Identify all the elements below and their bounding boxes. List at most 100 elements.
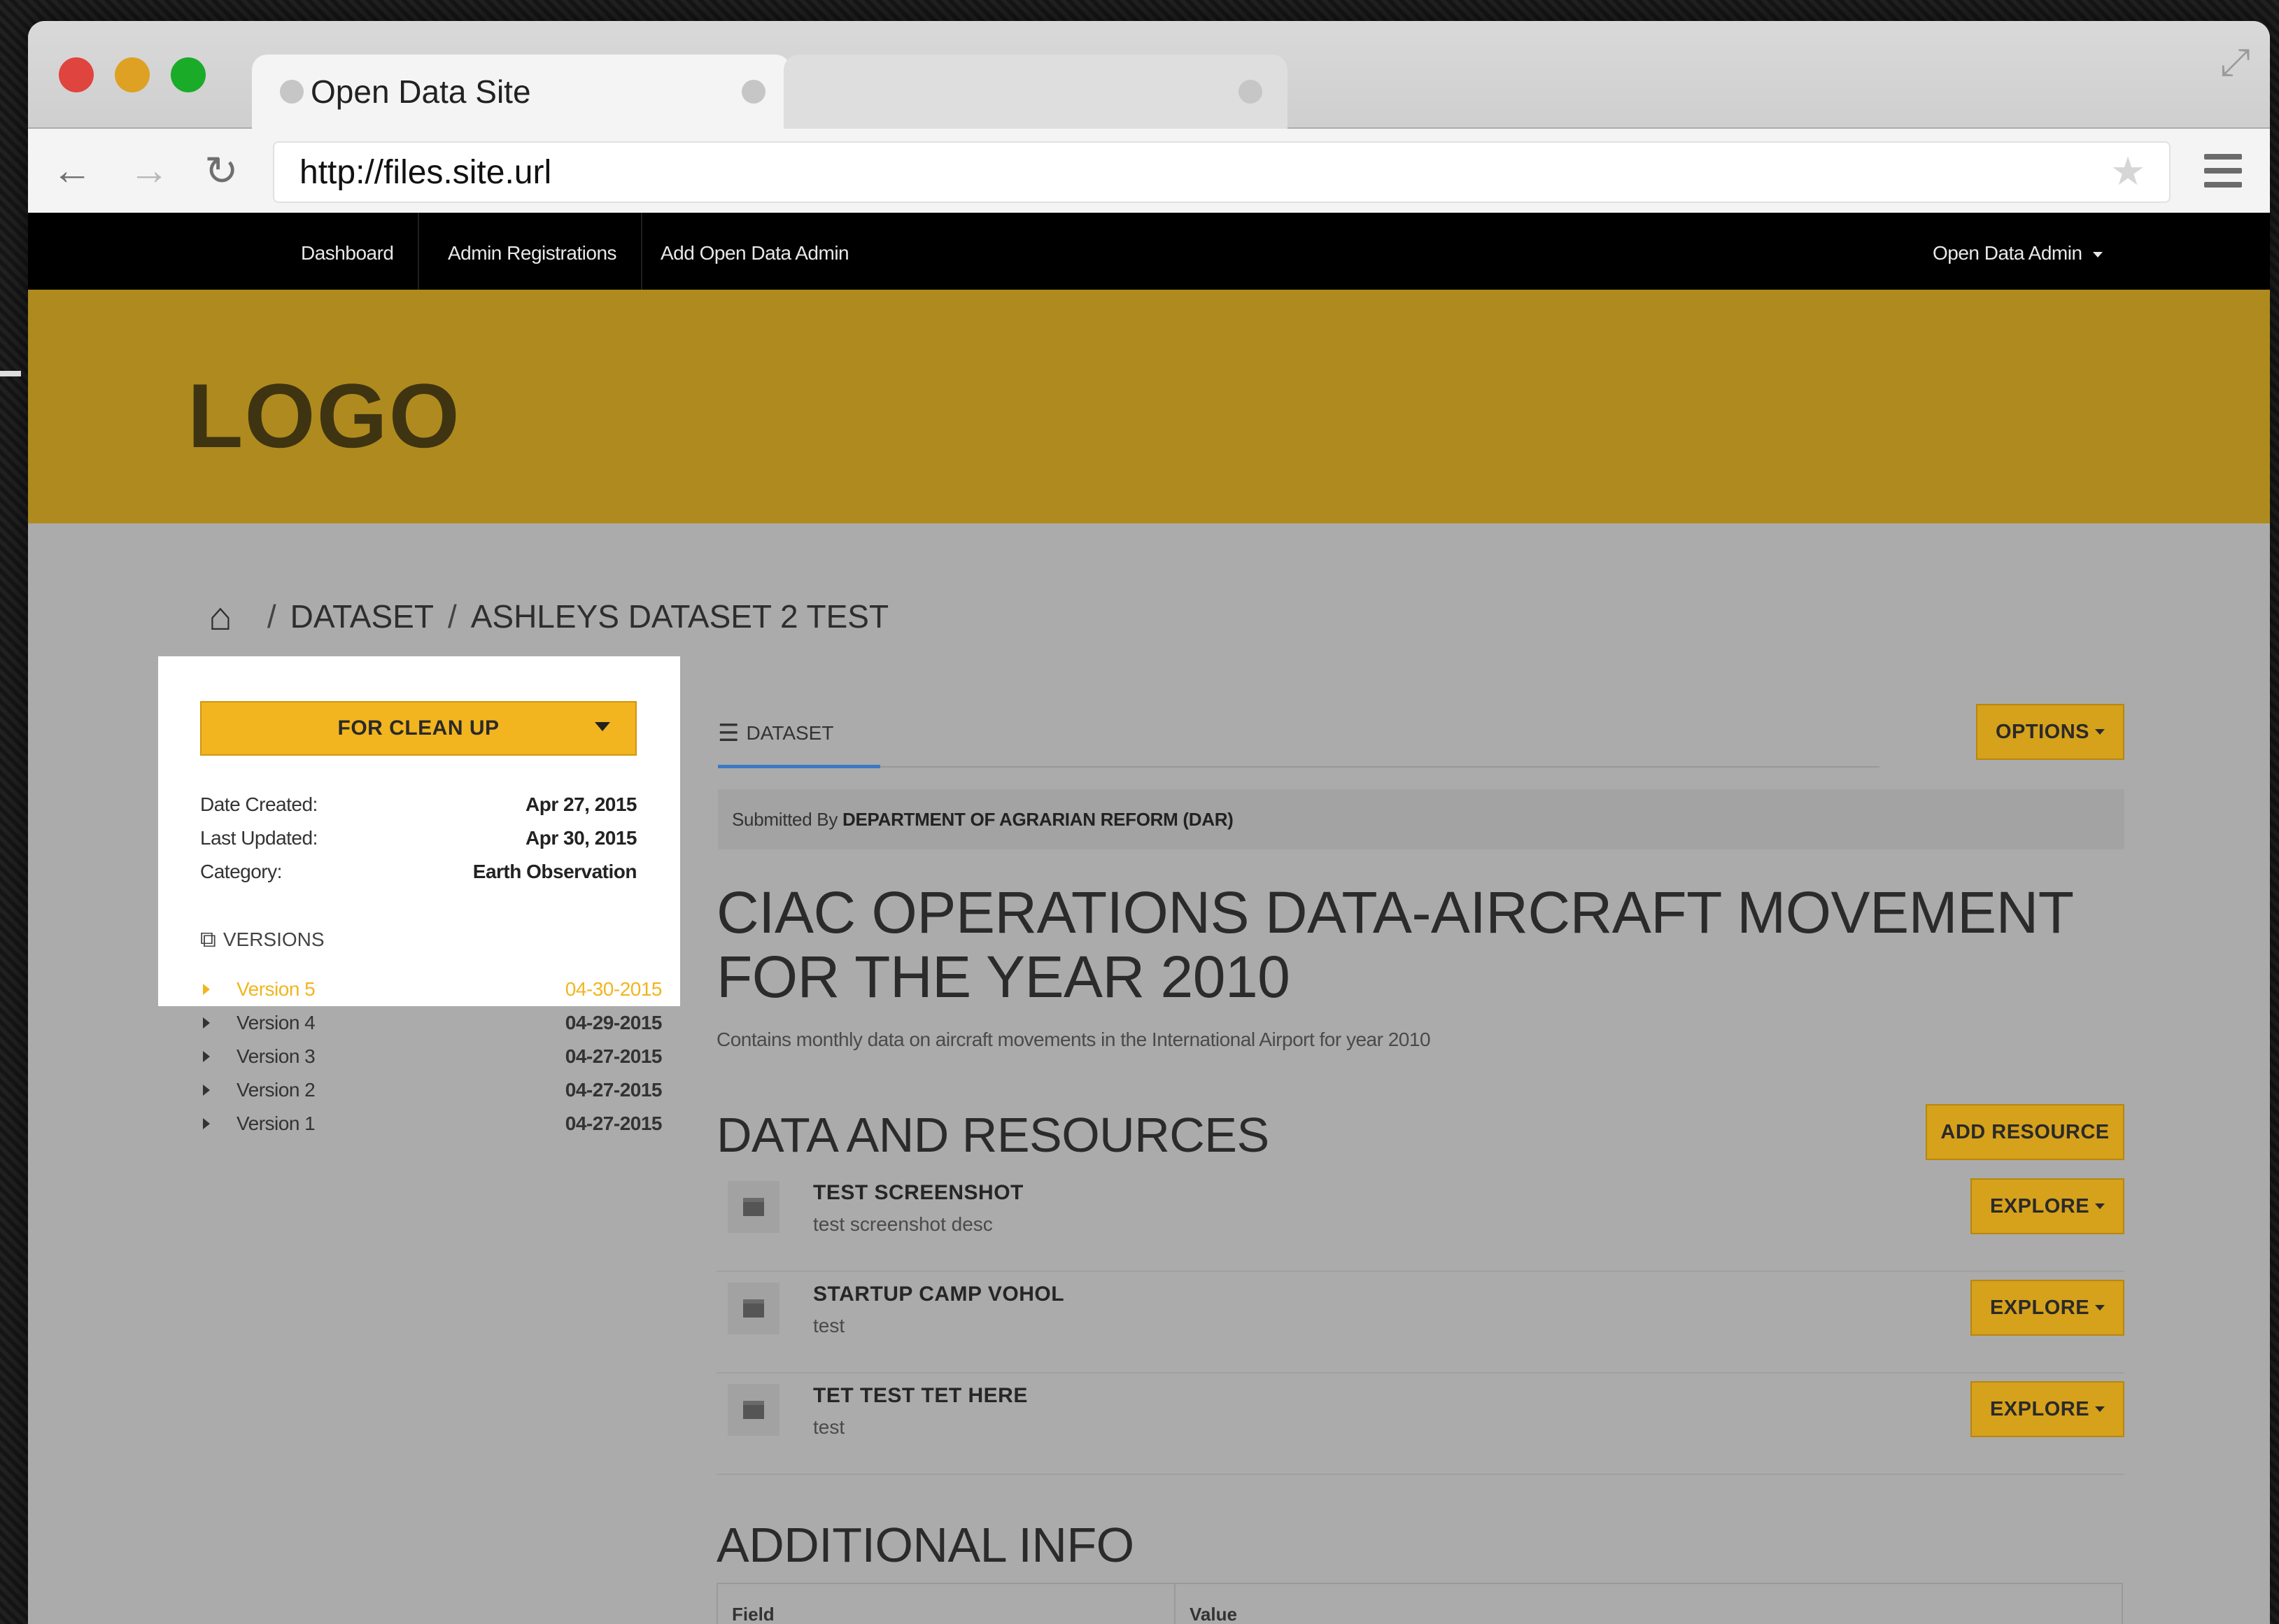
archive-icon [728,1384,779,1436]
explore-button[interactable]: EXPLORE [1970,1178,2124,1234]
nav-divider [641,213,642,290]
explore-button[interactable]: EXPLORE [1970,1381,2124,1437]
resource-desc: test [813,1315,845,1336]
meta-value: Apr 30, 2015 [525,827,637,849]
database-icon: ☰ [718,720,740,747]
submitted-by-bar: Submitted By DEPARTMENT OF AGRARIAN REFO… [718,789,2124,849]
address-bar[interactable] [273,141,2171,203]
browser-window: Open Data Site ⤢ ← → ↻ ★ Dashboard Admin… [28,21,2270,1624]
tab-close-icon[interactable] [1239,80,1262,104]
browser-tab-title: Open Data Site [311,73,531,110]
resource-name[interactable]: TET TEST TET HERE [813,1384,1028,1408]
version-date: 04-30-2015 [565,978,663,1000]
breadcrumb-dataset[interactable]: DATASET [290,598,434,635]
page-content: ⌂ / DATASET / ASHLEYS DATASET 2 TEST FOR… [28,523,2270,1624]
chevron-down-icon [2092,251,2103,257]
resource-name[interactable]: TEST SCREENSHOT [813,1181,1024,1205]
explore-label: EXPLORE [1989,1397,2090,1420]
version-label: Version 4 [237,1012,316,1033]
version-item-4[interactable]: Version 4 04-29-2015 [203,1012,663,1040]
version-date: 04-27-2015 [565,1079,663,1101]
submitted-prefix: Submitted By [732,809,838,830]
breadcrumb-separator: / [267,598,276,635]
resource-name[interactable]: STARTUP CAMP VOHOL [813,1283,1064,1306]
caret-right-icon [203,1085,210,1096]
chevron-down-icon [595,722,610,731]
copy-icon: ⧉ [200,926,216,952]
nav-dashboard[interactable]: Dashboard [301,242,394,264]
resource-item: TET TEST TET HERE test EXPLORE [717,1374,2124,1475]
bookmark-star-icon[interactable]: ★ [2110,148,2145,195]
browser-tab-active[interactable]: Open Data Site [252,55,791,129]
versions-heading-label: VERSIONS [223,928,325,950]
column-header-field: Field [718,1584,1176,1624]
tab-dataset[interactable]: ☰ DATASET [718,719,833,747]
caret-right-icon [203,1118,210,1129]
browser-menu-icon[interactable] [2204,150,2242,192]
explore-label: EXPLORE [1989,1194,2090,1217]
back-arrow-icon[interactable]: ← [52,147,92,194]
meta-value: Apr 27, 2015 [525,793,637,815]
browser-tabstrip: Open Data Site ⤢ [28,21,2270,129]
close-window-button[interactable] [59,57,94,92]
add-resource-button[interactable]: ADD RESOURCE [1926,1104,2124,1160]
site-header: LOGO [28,290,2270,523]
options-button[interactable]: OPTIONS [1976,704,2124,760]
version-item-5[interactable]: Version 5 04-30-2015 [203,978,663,1006]
resource-desc: test [813,1416,845,1438]
caret-right-icon [203,984,210,995]
dataset-description: Contains monthly data on aircraft moveme… [717,1029,1431,1050]
site-logo[interactable]: LOGO [188,363,461,468]
meta-last-updated: Last Updated: Apr 30, 2015 [200,827,637,849]
explore-button[interactable]: EXPLORE [1970,1280,2124,1336]
status-dropdown-button[interactable]: FOR CLEAN UP [200,701,637,756]
resource-desc: test screenshot desc [813,1213,993,1235]
version-item-3[interactable]: Version 3 04-27-2015 [203,1045,663,1073]
nav-admin-registrations[interactable]: Admin Registrations [448,242,617,264]
dataset-info-panel: FOR CLEAN UP Date Created: Apr 27, 2015 … [158,656,680,1006]
tab-dataset-label: DATASET [746,722,834,744]
nav-add-open-data-admin[interactable]: Add Open Data Admin [661,242,849,264]
favicon-icon [280,80,304,104]
user-menu-label: Open Data Admin [1933,242,2082,264]
status-label: FOR CLEAN UP [337,716,500,740]
meta-label: Date Created: [200,793,318,815]
app-navbar: Dashboard Admin Registrations Add Open D… [28,213,2270,290]
dataset-title: CIAC OPERATIONS DATA-AIRCRAFT MOVEMENT F… [717,880,2073,1010]
fullscreen-icon[interactable]: ⤢ [2220,41,2250,85]
minimize-window-button[interactable] [115,57,150,92]
chevron-down-icon [2095,729,2105,735]
home-icon[interactable]: ⌂ [209,593,232,639]
version-label: Version 1 [237,1113,316,1134]
submitted-by-org: DEPARTMENT OF AGRARIAN REFORM (DAR) [842,809,1234,830]
forward-arrow-icon[interactable]: → [129,147,169,194]
versions-heading: ⧉ VERSIONS [200,926,325,953]
maximize-window-button[interactable] [171,57,206,92]
meta-date-created: Date Created: Apr 27, 2015 [200,793,637,816]
tab-divider [880,766,1879,768]
chevron-down-icon [2095,1305,2105,1311]
browser-tab-new[interactable] [784,55,1287,129]
active-tab-indicator [718,765,880,768]
version-item-1[interactable]: Version 1 04-27-2015 [203,1113,663,1141]
version-date: 04-29-2015 [565,1012,663,1033]
caret-right-icon [203,1051,210,1062]
caret-right-icon [203,1017,210,1029]
additional-info-heading: ADDITIONAL INFO [717,1518,1134,1572]
version-item-2[interactable]: Version 2 04-27-2015 [203,1079,663,1107]
resource-item: TEST SCREENSHOT test screenshot desc EXP… [717,1171,2124,1272]
reload-icon[interactable]: ↻ [204,147,239,195]
additional-info-table: Field Value [717,1583,2123,1624]
version-label: Version 5 [237,978,316,1000]
explore-label: EXPLORE [1989,1296,2090,1319]
version-label: Version 2 [237,1079,316,1101]
version-label: Version 3 [237,1045,316,1067]
chevron-down-icon [2095,1406,2105,1412]
user-menu-dropdown[interactable]: Open Data Admin [1933,242,2103,264]
column-header-value: Value [1190,1604,1237,1624]
archive-icon [728,1181,779,1233]
breadcrumb-current: ASHLEYS DATASET 2 TEST [470,598,889,635]
tab-close-icon[interactable] [742,80,765,104]
breadcrumb-separator: / [447,598,457,635]
options-label: OPTIONS [1995,720,2089,743]
